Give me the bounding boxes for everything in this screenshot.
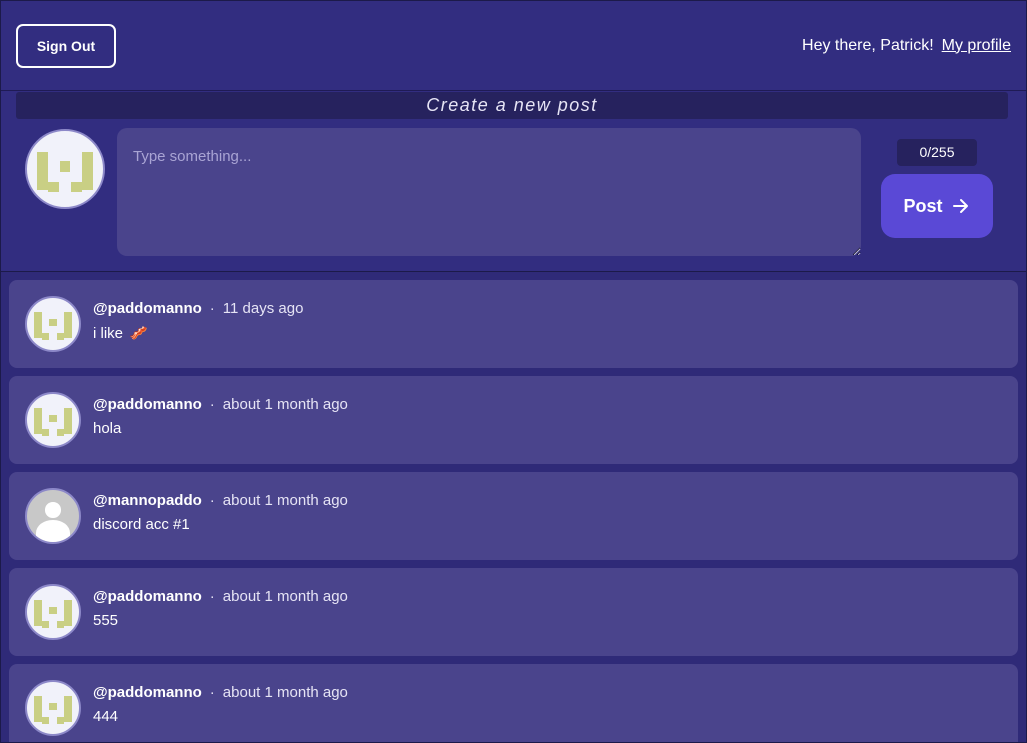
post-text: hola: [93, 420, 122, 437]
post-username[interactable]: @paddomanno: [93, 396, 202, 413]
meta-separator: ·: [209, 684, 215, 701]
post-card: @paddomanno · about 1 month ago 444: [9, 664, 1018, 742]
meta-separator: ·: [209, 396, 215, 413]
post-timestamp[interactable]: about 1 month ago: [223, 684, 348, 701]
pixel-identicon-avatar-icon[interactable]: [25, 584, 81, 640]
default-user-avatar-icon[interactable]: [25, 488, 81, 544]
post-composer: Create a new post 0/255 Post: [1, 91, 1026, 272]
post-username[interactable]: @paddomanno: [93, 684, 202, 701]
post-meta: @mannopaddo · about 1 month ago: [93, 492, 348, 509]
post-meta: @paddomanno · about 1 month ago: [93, 684, 348, 701]
post-timestamp[interactable]: about 1 month ago: [223, 492, 348, 509]
pixel-identicon-avatar-icon: [25, 129, 105, 209]
bacon-emoji-icon: 🥓: [129, 325, 148, 342]
post-timestamp[interactable]: 11 days ago: [223, 300, 304, 317]
greeting-text: Hey there, Patrick!: [802, 36, 934, 54]
post-card: @mannopaddo · about 1 month ago discord …: [9, 472, 1018, 560]
pixel-identicon-avatar-icon[interactable]: [25, 392, 81, 448]
post-button-label: Post: [903, 195, 943, 216]
post-username[interactable]: @paddomanno: [93, 588, 202, 605]
post-meta: @paddomanno · about 1 month ago: [93, 396, 348, 413]
arrow-right-icon: [952, 199, 968, 213]
pixel-identicon-avatar-icon[interactable]: [25, 680, 81, 736]
meta-separator: ·: [209, 300, 215, 317]
post-text: i like 🥓: [93, 324, 148, 343]
meta-separator: ·: [209, 588, 215, 605]
post-text: 555: [93, 612, 119, 629]
app-window: Sign Out Hey there, Patrick! My profile …: [0, 0, 1027, 743]
post-username[interactable]: @paddomanno: [93, 300, 202, 317]
post-meta: @paddomanno · about 1 month ago: [93, 588, 348, 605]
post-username[interactable]: @mannopaddo: [93, 492, 202, 509]
post-feed: @paddomanno · 11 days ago i like 🥓 @padd…: [1, 272, 1026, 742]
post-card: @paddomanno · about 1 month ago 555: [9, 568, 1018, 656]
sign-out-button[interactable]: Sign Out: [16, 23, 116, 68]
new-post-input[interactable]: [117, 128, 861, 256]
post-card: @paddomanno · about 1 month ago hola: [9, 376, 1018, 464]
post-card: @paddomanno · 11 days ago i like 🥓: [9, 280, 1018, 368]
character-counter: 0/255: [897, 139, 977, 166]
top-bar: Sign Out Hey there, Patrick! My profile: [1, 1, 1026, 91]
meta-separator: ·: [209, 492, 215, 509]
post-button[interactable]: Post: [881, 174, 993, 238]
post-text: discord acc #1: [93, 516, 190, 533]
post-timestamp[interactable]: about 1 month ago: [223, 396, 348, 413]
pixel-identicon-avatar-icon[interactable]: [25, 296, 81, 352]
composer-title: Create a new post: [16, 92, 1008, 119]
my-profile-link[interactable]: My profile: [942, 37, 1011, 55]
post-text-content: i like: [93, 324, 124, 342]
user-greeting: Hey there, Patrick! My profile: [802, 37, 1011, 55]
post-text: 444: [93, 708, 119, 725]
post-timestamp[interactable]: about 1 month ago: [223, 588, 348, 605]
post-meta: @paddomanno · 11 days ago: [93, 300, 303, 317]
